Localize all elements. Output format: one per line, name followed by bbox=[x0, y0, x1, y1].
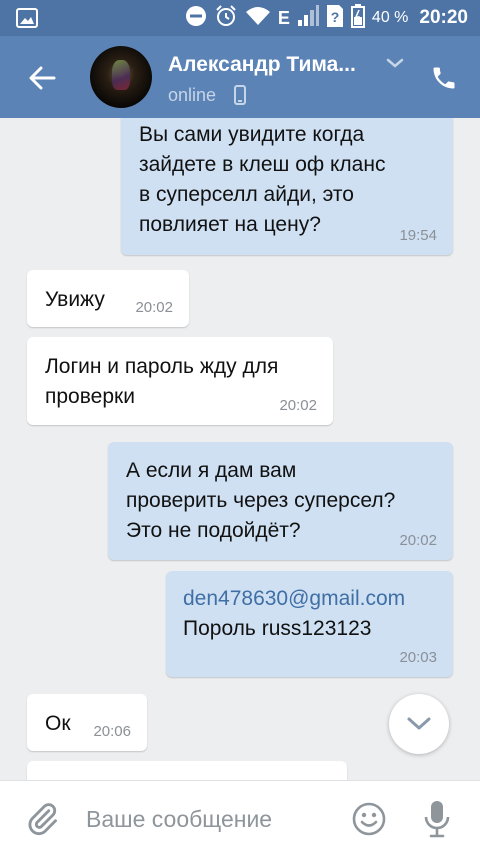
message-time: 19:54 bbox=[399, 227, 437, 244]
no-sim-icon: ? bbox=[326, 4, 344, 33]
emoji-button[interactable] bbox=[352, 802, 386, 836]
gallery-icon bbox=[16, 8, 38, 33]
alarm-icon bbox=[214, 4, 238, 33]
message-incoming[interactable]: Логин и пароль жду для проверки 20:02 bbox=[27, 337, 333, 425]
back-arrow-icon bbox=[29, 66, 56, 90]
message-composer bbox=[0, 780, 480, 854]
chevron-down-icon bbox=[407, 717, 431, 730]
contact-status: online bbox=[168, 85, 217, 105]
phone-icon bbox=[433, 67, 455, 89]
message-incoming-partial[interactable] bbox=[27, 761, 347, 780]
contact-name[interactable]: Александр Тима... bbox=[168, 53, 356, 77]
chat-header: Александр Тима... online bbox=[0, 36, 480, 118]
message-time: 20:03 bbox=[399, 649, 437, 666]
mobile-icon bbox=[234, 85, 246, 110]
svg-text:?: ? bbox=[331, 9, 340, 25]
network-type: E bbox=[277, 7, 290, 28]
paperclip-icon bbox=[28, 803, 57, 836]
wifi-icon bbox=[245, 6, 271, 31]
message-text: А если я дам вам проверить через суперсе… bbox=[126, 459, 396, 542]
message-list[interactable]: Вы сами увидите когда зайдете в клеш оф … bbox=[0, 118, 480, 780]
scroll-down-button[interactable] bbox=[389, 694, 449, 754]
clock: 20:20 bbox=[419, 7, 468, 28]
back-button[interactable] bbox=[22, 58, 62, 98]
battery-icon bbox=[350, 3, 365, 33]
chevron-down-icon[interactable] bbox=[386, 56, 404, 74]
call-button[interactable] bbox=[424, 58, 464, 98]
message-incoming[interactable]: Ок 20:06 bbox=[27, 694, 147, 751]
microphone-icon bbox=[424, 801, 450, 838]
message-outgoing[interactable]: А если я дам вам проверить через суперсе… bbox=[108, 442, 453, 560]
message-incoming[interactable]: Увижу 20:02 bbox=[27, 270, 189, 327]
emoji-icon bbox=[352, 802, 386, 836]
message-time: 20:06 bbox=[93, 723, 131, 740]
avatar[interactable] bbox=[90, 46, 152, 108]
message-text: Пороль russ123123 bbox=[183, 617, 372, 640]
email-link[interactable]: den478630@gmail.com bbox=[183, 584, 435, 614]
status-bar: E ? 40 % 20:20 bbox=[0, 0, 480, 36]
message-time: 20:02 bbox=[399, 532, 437, 549]
message-text: Вы сами увидите когда зайдете в клеш оф … bbox=[139, 123, 386, 236]
message-outgoing[interactable]: den478630@gmail.com Пороль russ123123 20… bbox=[166, 571, 453, 677]
signal-icon bbox=[297, 4, 319, 32]
message-time: 20:02 bbox=[279, 397, 317, 414]
message-time: 20:02 bbox=[135, 299, 173, 316]
message-text: Логин и пароль жду для проверки bbox=[45, 355, 279, 408]
attach-button[interactable] bbox=[24, 799, 60, 839]
dnd-icon bbox=[185, 5, 207, 32]
message-input[interactable] bbox=[86, 801, 336, 837]
microphone-button[interactable] bbox=[422, 799, 452, 839]
message-outgoing[interactable]: Вы сами увидите когда зайдете в клеш оф … bbox=[121, 118, 453, 255]
battery-percent: 40 % bbox=[371, 9, 409, 26]
